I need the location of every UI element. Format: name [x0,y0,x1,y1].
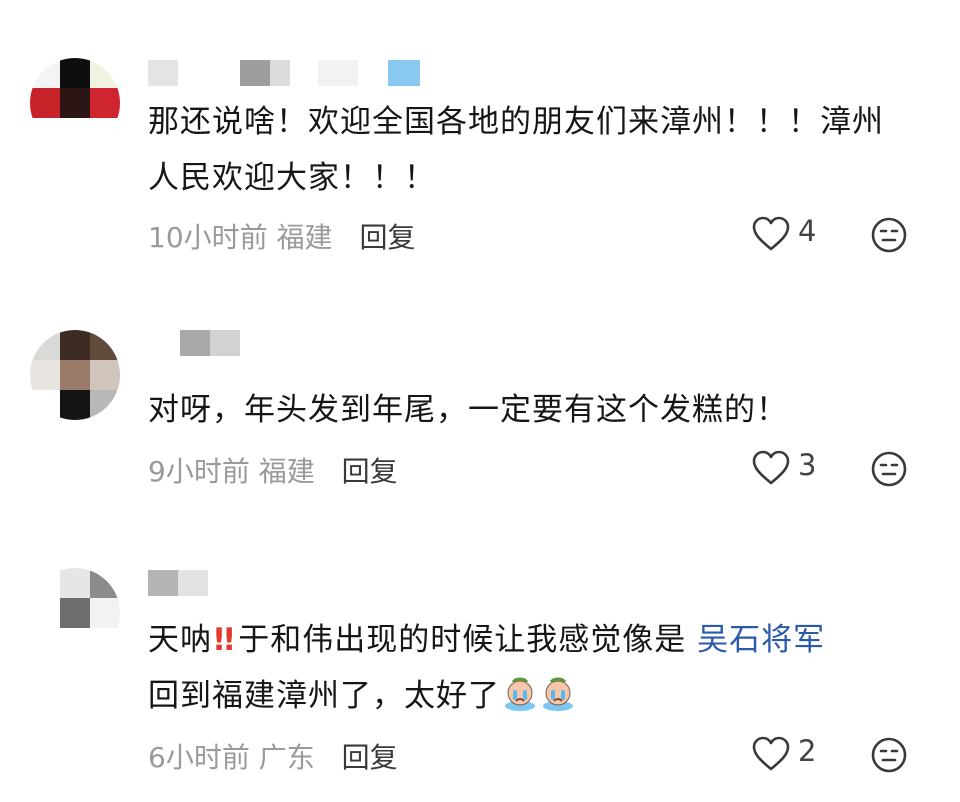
avatar[interactable] [30,568,120,658]
comment-text-segment: 回到福建漳州了，太好了 [148,678,500,714]
like-count: 2 [798,734,817,768]
comment-text-segment: 天呐 [148,622,212,658]
neutral-face-icon [871,737,907,773]
comment-text-line: 回到福建漳州了，太好了 [148,668,938,724]
comment-time: 6小时前 [148,741,250,774]
react-button[interactable] [870,736,910,776]
reply-button[interactable]: 回复 [342,741,398,774]
mention-link[interactable]: 吴石将军 [697,622,825,658]
like-button[interactable]: 2 [752,734,862,774]
comment-meta: 6小时前 广东 回复 [148,736,398,776]
comment-text-segment: 于和伟出现的时候让我感觉像是 [238,622,698,658]
comment-item: 天呐!! 于和伟出现的时候让我感觉像是 吴石将军 回到福建漳州了，太好了 6小时前… [0,0,960,802]
comment-text: 天呐!! 于和伟出现的时候让我感觉像是 吴石将军 回到福建漳州了，太好了 [148,612,938,724]
crying-face-emoji [505,677,535,711]
comment-location: 广东 [258,741,315,774]
comment-text-line: 天呐!! 于和伟出现的时候让我感觉像是 吴石将军 [148,612,938,668]
comment-page: { "comments": [ { "text_lines": ["那还说啥！欢… [0,0,960,802]
double-exclamation-icon: !! [212,622,236,658]
crying-face-emoji [543,677,573,711]
username-blurred[interactable] [148,570,228,600]
heart-outline-icon [752,736,790,771]
